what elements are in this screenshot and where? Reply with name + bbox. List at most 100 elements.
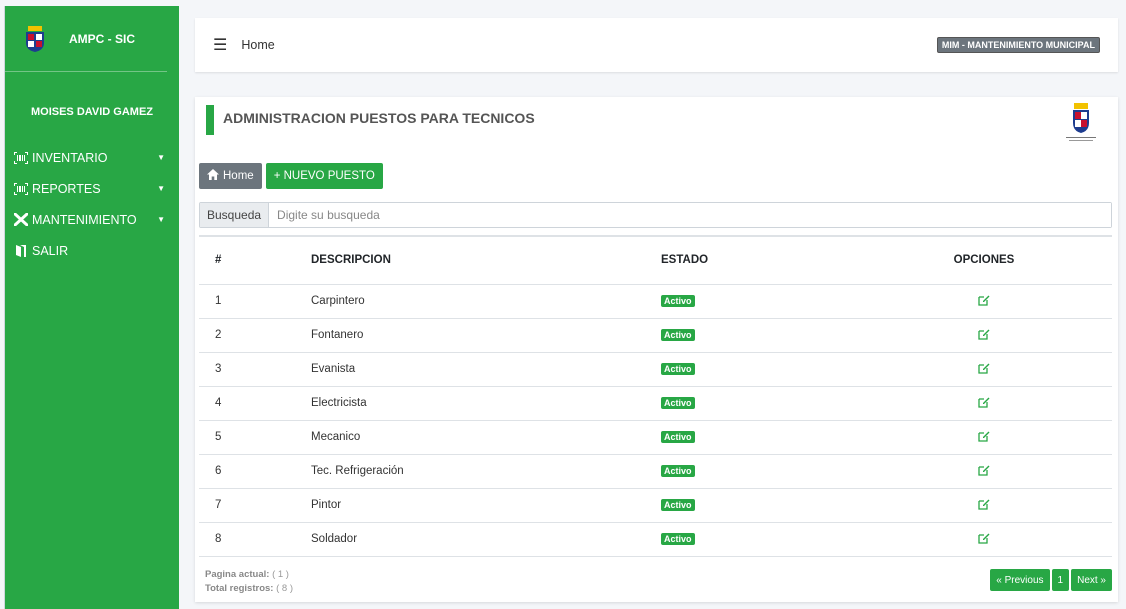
- total-value: ( 8 ): [276, 583, 293, 594]
- edit-icon[interactable]: [978, 328, 990, 343]
- hamburger-menu-icon[interactable]: ☰: [213, 35, 227, 55]
- edit-icon[interactable]: [978, 430, 990, 445]
- row-status-cell: Activo: [661, 352, 856, 387]
- row-options-cell: [856, 420, 1112, 455]
- row-status-cell: Activo: [661, 454, 856, 489]
- current-page-button[interactable]: 1: [1051, 569, 1070, 591]
- breadcrumb[interactable]: Home: [241, 38, 937, 52]
- table-row: 6 Tec. Refrigeración Activo: [199, 454, 1112, 489]
- accent-bar: [206, 105, 214, 135]
- status-badge: Activo: [661, 533, 695, 545]
- row-number: 6: [199, 454, 311, 489]
- search-input[interactable]: [269, 203, 1111, 227]
- sidebar-item-label: MANTENIMIENTO: [32, 212, 137, 227]
- status-badge: Activo: [661, 431, 695, 443]
- table-row: 7 Pintor Activo: [199, 488, 1112, 523]
- row-description: Tec. Refrigeración: [311, 454, 661, 489]
- status-badge: Activo: [661, 499, 695, 511]
- row-number: 7: [199, 488, 311, 523]
- edit-icon[interactable]: [978, 464, 990, 479]
- edit-icon[interactable]: [978, 294, 990, 309]
- table-row: 1 Carpintero Activo: [199, 284, 1112, 319]
- row-number: 2: [199, 318, 311, 353]
- row-number: 8: [199, 522, 311, 557]
- edit-icon[interactable]: [978, 396, 990, 411]
- table-footer-info: Pagina actual: ( 1 ) Total registros: ( …: [205, 568, 293, 596]
- row-options-cell: [856, 522, 1112, 557]
- search-label: Busqueda: [200, 203, 270, 227]
- row-description: Fontanero: [311, 318, 661, 353]
- table-row: 2 Fontanero Activo: [199, 318, 1112, 353]
- status-badge: Activo: [661, 329, 695, 341]
- row-status-cell: Activo: [661, 522, 856, 557]
- table-row: 8 Soldador Activo: [199, 522, 1112, 557]
- row-description: Carpintero: [311, 284, 661, 319]
- row-description: Electricista: [311, 386, 661, 421]
- sidebar-item-mantenimiento[interactable]: MANTENIMIENTO ▼: [5, 204, 179, 235]
- row-description: Pintor: [311, 488, 661, 523]
- user-name: MOISES DAVID GAMEZ: [30, 106, 154, 118]
- sidebar-item-inventario[interactable]: INVENTARIO ▼: [5, 142, 179, 173]
- page-title: ADMINISTRACION PUESTOS PARA TECNICOS: [223, 110, 535, 126]
- column-header-description[interactable]: DESCRIPCION: [311, 235, 661, 285]
- home-button-label: Home: [223, 170, 254, 182]
- column-header-options[interactable]: OPCIONES: [856, 235, 1112, 285]
- row-description: Soldador: [311, 522, 661, 557]
- status-badge: Activo: [661, 295, 695, 307]
- main-card: ADMINISTRACION PUESTOS PARA TECNICOS Hom…: [195, 97, 1118, 602]
- brand[interactable]: AMPC - SIC: [5, 6, 167, 72]
- row-options-cell: [856, 284, 1112, 319]
- row-number: 5: [199, 420, 311, 455]
- pagination: « Previous 1 Next »: [990, 569, 1112, 591]
- sidebar-item-label: SALIR: [32, 243, 69, 258]
- status-badge: Activo: [661, 465, 695, 477]
- row-status-cell: Activo: [661, 488, 856, 523]
- row-number: 1: [199, 284, 311, 319]
- crest-logo-icon: [25, 25, 45, 52]
- caret-down-icon: ▼: [157, 215, 165, 224]
- row-status-cell: Activo: [661, 420, 856, 455]
- total-label: Total registros:: [205, 583, 274, 594]
- page-value: ( 1 ): [272, 569, 289, 580]
- page-label: Pagina actual:: [205, 569, 270, 580]
- sidebar-item-label: INVENTARIO: [32, 150, 108, 165]
- row-description: Evanista: [311, 352, 661, 387]
- row-options-cell: [856, 454, 1112, 489]
- row-options-cell: [856, 318, 1112, 353]
- edit-icon[interactable]: [978, 532, 990, 547]
- action-buttons: Home + NUEVO PUESTO: [199, 163, 383, 189]
- sidebar-item-label: REPORTES: [32, 181, 101, 196]
- sidebar-item-reportes[interactable]: REPORTES ▼: [5, 173, 179, 204]
- barcode-icon: [12, 182, 30, 195]
- row-options-cell: [856, 386, 1112, 421]
- municipal-crest-icon: [1062, 103, 1100, 143]
- table-row: 4 Electricista Activo: [199, 386, 1112, 421]
- table-row: 3 Evanista Activo: [199, 352, 1112, 387]
- search-group: Busqueda: [199, 202, 1112, 228]
- top-bar: ☰ Home MIM - MANTENIMIENTO MUNICIPAL: [195, 18, 1118, 72]
- row-number: 3: [199, 352, 311, 387]
- status-badge: Activo: [661, 363, 695, 375]
- barcode-icon: [12, 151, 30, 164]
- card-header: ADMINISTRACION PUESTOS PARA TECNICOS: [195, 97, 1118, 143]
- home-button[interactable]: Home: [199, 163, 262, 189]
- door-exit-icon: [12, 244, 30, 257]
- home-icon: [207, 169, 219, 183]
- column-header-status[interactable]: ESTADO: [661, 235, 856, 285]
- row-options-cell: [856, 352, 1112, 387]
- sidebar: AMPC - SIC MOISES DAVID GAMEZ INVENTARIO…: [4, 6, 179, 609]
- edit-icon[interactable]: [978, 498, 990, 513]
- column-header-number[interactable]: #: [199, 235, 311, 285]
- edit-icon[interactable]: [978, 362, 990, 377]
- next-page-button[interactable]: Next »: [1071, 569, 1112, 591]
- new-position-button[interactable]: + NUEVO PUESTO: [265, 163, 383, 189]
- previous-page-button[interactable]: « Previous: [990, 569, 1050, 591]
- row-description: Mecanico: [311, 420, 661, 455]
- row-options-cell: [856, 488, 1112, 523]
- sidebar-item-salir[interactable]: SALIR: [5, 235, 179, 266]
- row-status-cell: Activo: [661, 318, 856, 353]
- module-badge: MIM - MANTENIMIENTO MUNICIPAL: [936, 37, 1100, 53]
- row-number: 4: [199, 386, 311, 421]
- status-badge: Activo: [661, 397, 695, 409]
- table-header-row: # DESCRIPCION ESTADO OPCIONES: [199, 235, 1112, 285]
